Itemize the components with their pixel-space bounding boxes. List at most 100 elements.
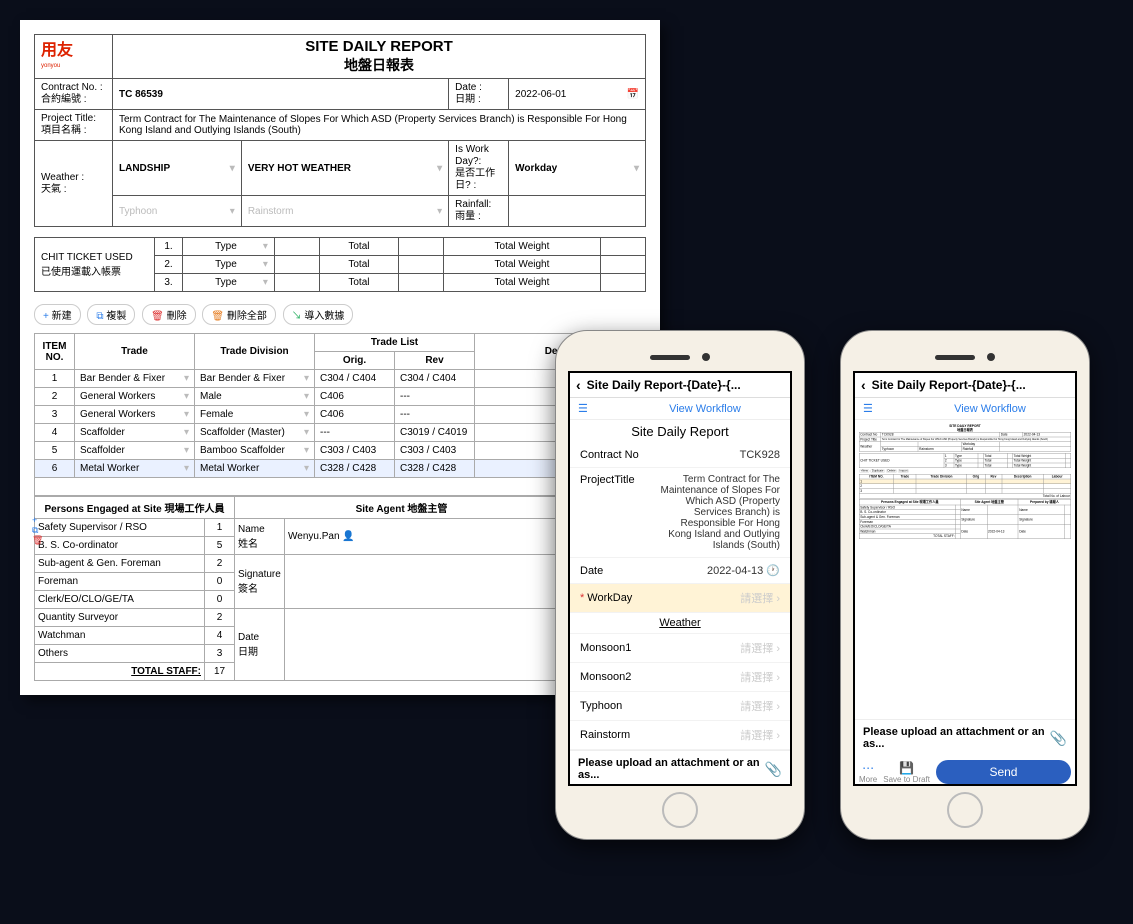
- chevron-down-icon: ▾: [304, 427, 309, 438]
- contract-value[interactable]: TCK928: [660, 449, 780, 461]
- mini-document-preview[interactable]: SITE DAILY REPORT地盤日報表 Contract NoTCK928…: [855, 420, 1075, 719]
- table-row[interactable]: 1Bar Bender & Fixer▾Bar Bender & Fixer▾C…: [35, 370, 646, 388]
- person-count[interactable]: 2: [205, 555, 235, 573]
- screen-header: ‹ Site Daily Report-{Date}-{...: [855, 373, 1075, 398]
- total-staff-value: 17: [205, 663, 235, 681]
- list-icon[interactable]: ☰: [863, 402, 873, 415]
- screen-title: Site Daily Report-{Date}-{...: [872, 378, 1026, 392]
- chit-label: CHIT TICKET USED 已使用運載入帳票: [35, 238, 155, 292]
- copy-button[interactable]: ⧉ 複製: [87, 304, 135, 325]
- view-workflow-link[interactable]: View Workflow: [913, 403, 1067, 415]
- chevron-down-icon: ▾: [263, 277, 268, 288]
- chit-type[interactable]: Type▾: [183, 238, 275, 256]
- chit-type[interactable]: Type▾: [183, 274, 275, 292]
- chevron-down-icon: ▾: [437, 206, 442, 217]
- typhoon-select[interactable]: Typhoon▾: [113, 196, 242, 227]
- date-value[interactable]: 2022-06-01📅: [509, 79, 646, 110]
- header-table: 用友yonyou SITE DAILY REPORT 地盤日報表 Contrac…: [34, 34, 646, 227]
- save-draft-button[interactable]: 💾Save to Draft: [883, 761, 930, 784]
- import-button[interactable]: ↘ 導入數據: [283, 304, 354, 325]
- agent-signature[interactable]: [285, 555, 569, 609]
- weather1-select[interactable]: LANDSHIP▾: [113, 141, 242, 196]
- delete-row-icon[interactable]: 🗑: [32, 536, 43, 546]
- monsoon2-select[interactable]: 請選擇 ›: [660, 669, 780, 685]
- home-button[interactable]: [662, 792, 698, 828]
- phone-camera: [987, 353, 995, 361]
- more-button[interactable]: ⋯More: [859, 761, 877, 784]
- person-count[interactable]: 0: [205, 573, 235, 591]
- list-icon[interactable]: ☰: [578, 402, 588, 415]
- send-button[interactable]: Send: [936, 760, 1071, 784]
- delete-all-button[interactable]: 🗑 刪除全部: [202, 304, 275, 325]
- date-label: Date: [580, 565, 660, 577]
- person-count[interactable]: 2: [205, 609, 235, 627]
- chit-weight-val[interactable]: [601, 238, 646, 256]
- chit-type-val[interactable]: [274, 238, 319, 256]
- view-workflow-link[interactable]: View Workflow: [628, 403, 782, 415]
- home-button[interactable]: [947, 792, 983, 828]
- chit-weight-val[interactable]: [601, 256, 646, 274]
- back-icon[interactable]: ‹: [861, 377, 866, 393]
- phone-camera: [702, 353, 710, 361]
- chit-ticket-table: CHIT TICKET USED 已使用運載入帳票 1. Type▾ Total…: [34, 237, 646, 292]
- workday-label: Is Work Day?: 是否工作日? :: [449, 141, 509, 196]
- contract-no-value[interactable]: TC 86539: [113, 79, 449, 110]
- person-count[interactable]: 3: [205, 645, 235, 663]
- paperclip-icon[interactable]: 📎: [1050, 730, 1067, 747]
- user-icon[interactable]: 👤: [342, 531, 354, 542]
- person-count[interactable]: 1: [205, 519, 235, 537]
- chit-total-val[interactable]: [398, 274, 443, 292]
- chit-weight-val[interactable]: [601, 274, 646, 292]
- chevron-down-icon: ▾: [304, 409, 309, 420]
- new-button[interactable]: + 新建: [34, 304, 81, 325]
- total-staff-label: TOTAL STAFF:: [35, 663, 205, 681]
- chit-total-val[interactable]: [398, 238, 443, 256]
- chevron-down-icon: ▾: [184, 373, 189, 384]
- weather2-select[interactable]: VERY HOT WEATHER▾: [241, 141, 448, 196]
- project-title-value[interactable]: Term Contract for The Maintenance of Slo…: [113, 110, 646, 141]
- table-row[interactable]: 2General Workers▾Male▾C406---: [35, 388, 646, 406]
- chevron-down-icon: ▾: [184, 445, 189, 456]
- rainstorm-select[interactable]: Rainstorm▾: [241, 196, 448, 227]
- project-value[interactable]: Term Contract for The Maintenance of Slo…: [660, 474, 780, 551]
- col-trade: Trade: [75, 334, 195, 370]
- paperclip-icon[interactable]: 📎: [765, 761, 782, 778]
- chevron-down-icon: ▾: [634, 163, 639, 174]
- agent-date[interactable]: [285, 609, 569, 681]
- table-row-selected[interactable]: 6Metal Worker▾Metal Worker▾C328 / C428C3…: [35, 460, 646, 478]
- person-count[interactable]: 5: [205, 537, 235, 555]
- rainstorm-select[interactable]: 請選擇 ›: [660, 727, 780, 743]
- upload-row[interactable]: Please upload an attachment or an as...📎: [570, 750, 790, 786]
- table-row[interactable]: 5Scaffolder▾Bamboo Scaffolder▾C303 / C40…: [35, 442, 646, 460]
- person-count[interactable]: 0: [205, 591, 235, 609]
- table-row[interactable]: 4Scaffolder▾Scaffolder (Master)▾---C3019…: [35, 424, 646, 442]
- workday-select[interactable]: 請選擇 ›: [660, 590, 780, 606]
- date-value[interactable]: 2022-04-13 🕐: [660, 564, 780, 577]
- delete-button[interactable]: 🗑 刪除: [142, 304, 195, 325]
- phone-screen: ‹ Site Daily Report-{Date}-{... ☰ View W…: [853, 371, 1077, 786]
- person-role: Others: [35, 645, 205, 663]
- chit-total-val[interactable]: [398, 256, 443, 274]
- workday-value[interactable]: Workday▾: [509, 141, 646, 196]
- title-zh: 地盤日報表: [119, 55, 639, 75]
- calendar-icon[interactable]: 📅: [627, 89, 639, 100]
- chevron-down-icon: ▾: [263, 259, 268, 270]
- chit-type[interactable]: Type▾: [183, 256, 275, 274]
- chit-type-val[interactable]: [274, 274, 319, 292]
- chit-row-num: 3.: [155, 274, 183, 292]
- table-row[interactable]: 3General Workers▾Female▾C406---: [35, 406, 646, 424]
- date-label: Date 日期: [235, 609, 285, 681]
- rainfall-value[interactable]: [509, 196, 646, 227]
- chevron-down-icon: ▾: [304, 463, 309, 474]
- chevron-down-icon: ▾: [230, 163, 235, 174]
- signature-label: Signature 簽名: [235, 555, 285, 609]
- back-icon[interactable]: ‹: [576, 377, 581, 393]
- chit-type-val[interactable]: [274, 256, 319, 274]
- upload-row[interactable]: Please upload an attachment or an as...📎: [855, 719, 1075, 756]
- chit-row-num: 1.: [155, 238, 183, 256]
- agent-name[interactable]: Wenyu.Pan 👤: [285, 519, 569, 555]
- typhoon-select[interactable]: 請選擇 ›: [660, 698, 780, 714]
- monsoon1-select[interactable]: 請選擇 ›: [660, 640, 780, 656]
- person-count[interactable]: 4: [205, 627, 235, 645]
- agent-header: Site Agent 地盤主管: [235, 497, 569, 519]
